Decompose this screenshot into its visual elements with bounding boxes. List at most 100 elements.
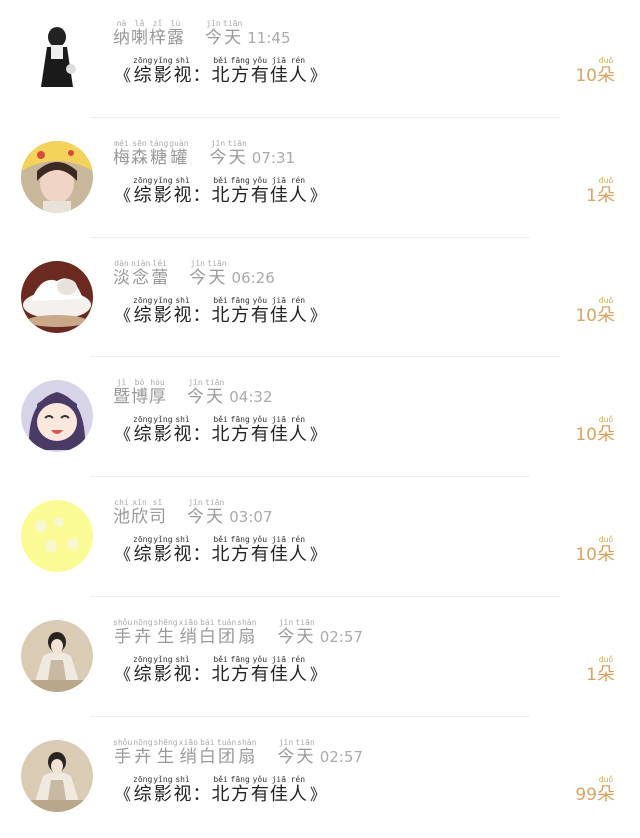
gift-name-char: jiā 佳 xyxy=(270,56,288,87)
sender-name-char: lǎ 喇 xyxy=(131,19,148,48)
day-label: jīn 今 tiān 天 xyxy=(187,498,225,527)
gift-record-row[interactable]: jì 暨 bó 博 hòu 厚 jīn 今 tiān 天 04:32 《 zōng 综 yǐng 影 shì 视 … xyxy=(0,359,640,478)
sender-name[interactable]: dàn 淡 niàn 念 lěi 蕾 xyxy=(113,259,169,288)
send-time: 04:32 xyxy=(229,388,273,406)
anime-girl-icon[interactable] xyxy=(21,380,93,452)
pinyin-text: jiā xyxy=(271,535,287,544)
pinyin-text: fāng xyxy=(230,296,250,305)
hanzi-text: 人 xyxy=(288,424,307,445)
open-bracket: 《 xyxy=(115,785,132,804)
pinyin-text: jiā xyxy=(271,775,287,784)
gift-name-char: fāng 方 xyxy=(231,535,250,566)
pinyin-text: zōng xyxy=(133,176,153,185)
gift-name-char: fāng 方 xyxy=(231,415,250,446)
sender-name-char: lěi 蕾 xyxy=(151,259,168,288)
gift-name-char: shì 视 xyxy=(174,56,192,87)
gift-name-char: jiā 佳 xyxy=(270,415,288,446)
pinyin-text: dàn xyxy=(114,259,129,268)
pinyin-text: yǒu xyxy=(252,415,268,424)
sender-name[interactable]: méi 梅 sēn 森 táng 糖 guàn 罐 xyxy=(113,139,190,168)
unit-char: duǒ 朵 xyxy=(597,655,615,686)
hanzi-text: 综 xyxy=(133,664,152,685)
sender-name[interactable]: nà 纳 lǎ 喇 zǐ 梓 lù 露 xyxy=(113,19,185,48)
hanzi-text: 白 xyxy=(198,627,216,647)
gift-record-row[interactable]: chí 池 xīn 欣 sī 司 jīn 今 tiān 天 03:07 《 zōng 综 yǐng 影 shì 视… xyxy=(0,479,640,598)
hanzi-text: 人 xyxy=(288,185,307,206)
sender-name[interactable]: shǒu 手 nōng 卉 shēng 生 xiāo 绡 bái 白 tuán 团 shàn 扇 xyxy=(113,738,257,767)
day-char: jīn 今 xyxy=(187,378,204,407)
hanzi-text: ： xyxy=(192,664,211,685)
hanzi-text: 视 xyxy=(173,424,192,445)
sender-name-char: chí 池 xyxy=(113,498,130,527)
sender-meta: dàn 淡 niàn 念 lěi 蕾 jīn 今 tiān 天 06:26 xyxy=(113,248,533,288)
day-char: jīn 今 xyxy=(277,618,294,647)
gift-name-char: shì 视 xyxy=(174,296,192,327)
yellow-circle-icon[interactable] xyxy=(21,500,93,572)
sender-name-char: bó 博 xyxy=(131,378,148,407)
send-time: 03:07 xyxy=(229,508,273,526)
hanzi-text: 有 xyxy=(250,185,269,206)
hanzi-text: 方 xyxy=(231,424,250,445)
pinyin-text: jīn xyxy=(188,498,203,507)
girl-figure-icon[interactable] xyxy=(21,21,93,93)
gift-name-char: yǒu 有 xyxy=(251,775,269,806)
sender-name-char: bái 白 xyxy=(199,618,216,647)
pinyin-text: shēng xyxy=(153,738,178,747)
pinyin-text: shǒu xyxy=(113,738,133,747)
hanzi-text: 扇 xyxy=(238,747,256,767)
gift-record-row[interactable]: méi 梅 sēn 森 táng 糖 guàn 罐 jīn 今 tiān 天 07:31 《 zōng 综 yǐ… xyxy=(0,120,640,239)
pinyin-text: yǐng xyxy=(153,176,173,185)
gift-name-char: yǐng 影 xyxy=(153,655,172,686)
sender-meta: chí 池 xīn 欣 sī 司 jīn 今 tiān 天 03:07 xyxy=(113,487,533,527)
hanzi-text: 纳 xyxy=(113,28,130,48)
sender-name[interactable]: shǒu 手 nōng 卉 shēng 生 xiāo 绡 bái 白 tuán 团 shàn 扇 xyxy=(113,618,257,647)
close-bracket: 》 xyxy=(309,186,326,205)
ancient-lady-icon[interactable] xyxy=(21,740,93,812)
sender-meta: méi 梅 sēn 森 táng 糖 guàn 罐 jīn 今 tiān 天 07:31 xyxy=(113,128,533,168)
hanzi-text: ： xyxy=(192,65,211,86)
hanzi-text: 影 xyxy=(153,424,172,445)
gift-record-row[interactable]: shǒu 手 nōng 卉 shēng 生 xiāo 绡 bái 白 tuán 团 shàn 扇 jīn 今 t… xyxy=(0,719,640,838)
flower-count: 10 duǒ 朵 xyxy=(575,56,616,87)
sender-name-char: dàn 淡 xyxy=(113,259,130,288)
count-number: 1 xyxy=(586,665,597,685)
gift-name: 《 zōng 综 yǐng 影 shì 视 ： běi 北 fāng 方 yǒu 有 jiā 佳 rén 人》 xyxy=(113,176,533,207)
pinyin-text: duǒ xyxy=(598,655,614,664)
pinyin-text: rén xyxy=(290,56,306,65)
pinyin-text: shì xyxy=(175,775,190,784)
gift-name: 《 zōng 综 yǐng 影 shì 视 ： běi 北 fāng 方 yǒu 有 jiā 佳 rén 人》 xyxy=(113,535,533,566)
pinyin-text: jiā xyxy=(271,296,287,305)
girl-photo-icon[interactable] xyxy=(21,141,93,213)
hanzi-text: 今 xyxy=(205,28,222,48)
gift-name-char: jiā 佳 xyxy=(270,655,288,686)
gift-record-row[interactable]: nà 纳 lǎ 喇 zǐ 梓 lù 露 jīn 今 tiān 天 11:45 《 zōng 综 yǐng 影 shì… xyxy=(0,0,640,119)
gift-record-row[interactable]: dàn 淡 niàn 念 lěi 蕾 jīn 今 tiān 天 06:26 《 zōng 综 yǐng 影 sh… xyxy=(0,240,640,359)
hanzi-text: 朵 xyxy=(597,65,615,86)
gift-name-char: rén 人 xyxy=(289,655,307,686)
sender-name[interactable]: chí 池 xīn 欣 sī 司 xyxy=(113,498,167,527)
hanzi-text: 绡 xyxy=(179,627,197,647)
hanzi-text: 卉 xyxy=(134,747,152,767)
pinyin-text: jīn xyxy=(190,259,205,268)
cake-icon[interactable] xyxy=(21,261,93,333)
sender-name-char: tuán 团 xyxy=(217,738,236,767)
send-time: 02:57 xyxy=(319,748,363,766)
sender-name-char: shàn 扇 xyxy=(237,618,256,647)
send-time: 06:26 xyxy=(231,269,275,287)
pinyin-text: duǒ xyxy=(598,296,614,305)
pinyin-text: běi xyxy=(213,775,228,784)
hanzi-text: 司 xyxy=(149,507,166,527)
pinyin-text: jiā xyxy=(271,176,287,185)
hanzi-text: 佳 xyxy=(269,185,288,206)
hanzi-text: 北 xyxy=(211,185,230,206)
gift-name: 《 zōng 综 yǐng 影 shì 视 ： běi 北 fāng 方 yǒu 有 jiā 佳 rén 人》 xyxy=(113,415,533,446)
sender-name[interactable]: jì 暨 bó 博 hòu 厚 xyxy=(113,378,167,407)
sender-name-char: jì 暨 xyxy=(113,378,130,407)
sender-name-char: nōng 卉 xyxy=(133,618,152,647)
ancient-lady-icon[interactable] xyxy=(21,620,93,692)
hanzi-text: 影 xyxy=(153,65,172,86)
open-bracket: 《 xyxy=(115,186,132,205)
hanzi-text: 生 xyxy=(157,627,175,647)
gift-record-row[interactable]: shǒu 手 nōng 卉 shēng 生 xiāo 绡 bái 白 tuán 团 shàn 扇 jīn 今 t… xyxy=(0,599,640,718)
day-char: jīn 今 xyxy=(210,139,227,168)
